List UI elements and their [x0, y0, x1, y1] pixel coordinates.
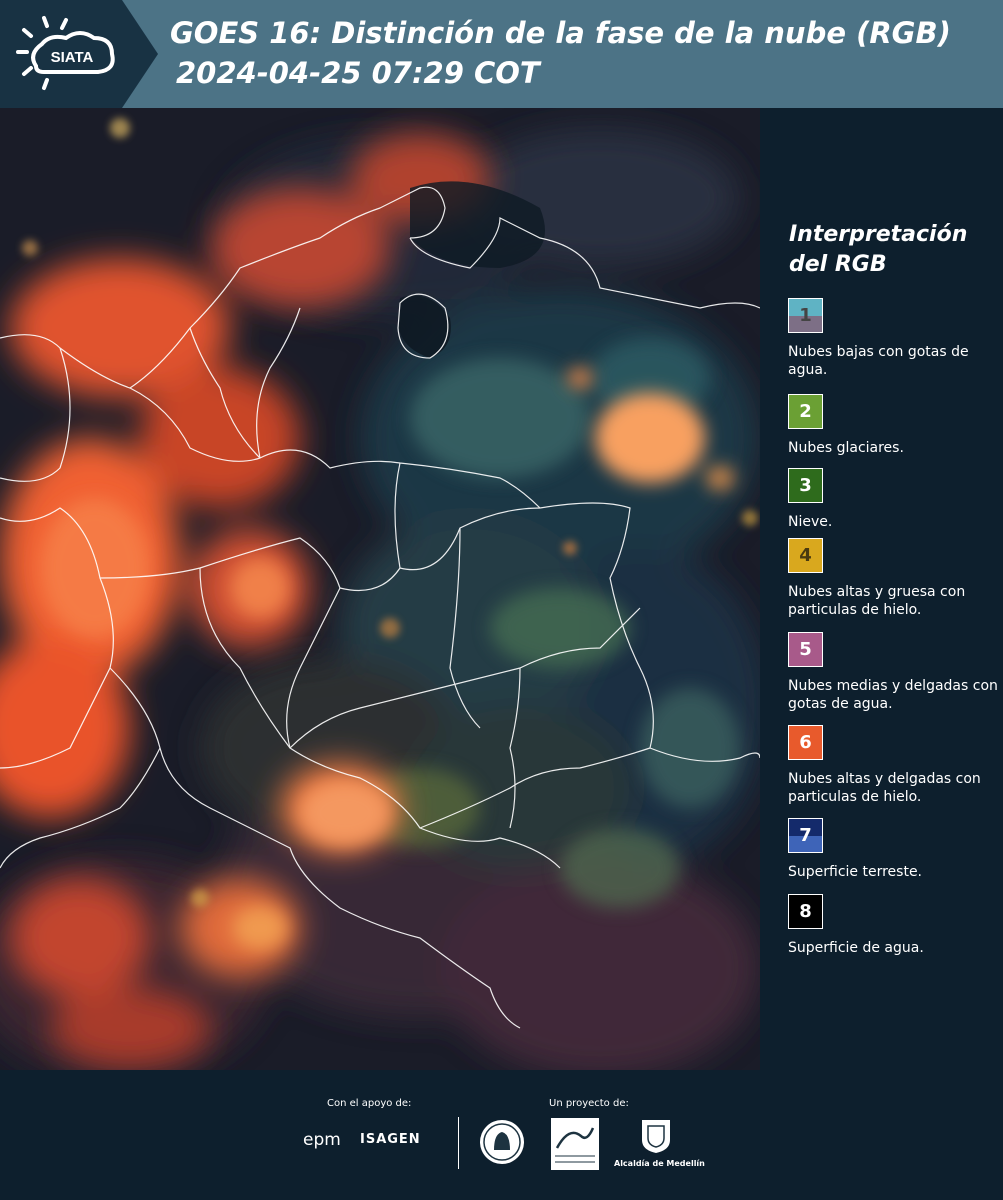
area-metropolitana-logo: [551, 1118, 599, 1170]
legend-swatch-6: 6: [788, 725, 823, 760]
siata-logo: SIATA: [16, 16, 115, 90]
legend-label-5: Nubes medias y delgadas con gotas de agu…: [788, 678, 998, 712]
legend-title: Interpretación del RGB: [789, 222, 968, 277]
legend-item-6: 6 Nubes altas y delgadas con particulas …: [788, 725, 1003, 806]
legend-item-8: 8 Superficie de agua.: [788, 894, 1003, 957]
legend-number-2: 2: [799, 401, 812, 422]
alcaldia-shield-icon: [642, 1120, 670, 1153]
alcaldia-label: Alcaldía de Medellín: [614, 1159, 705, 1168]
support-label: Con el apoyo de:: [327, 1098, 412, 1109]
epm-logo: epm: [303, 1130, 341, 1150]
legend-label-2: Nubes glaciares.: [788, 440, 904, 456]
satellite-map-svg: [0, 108, 760, 1070]
timestamp: 2024-04-25 07:29 COT: [176, 56, 540, 90]
isagen-logo: ISAGEN: [360, 1132, 421, 1147]
footer: Con el apoyo de: Un proyecto de: epm ISA…: [0, 1070, 1003, 1200]
logo-text: SIATA: [51, 49, 94, 66]
legend-label-1: Nubes bajas con gotas de agua.: [788, 344, 969, 378]
header: SIATA GOES 16: Distinción de la fase de …: [0, 0, 1003, 108]
legend-item-2: 2 Nubes glaciares.: [788, 394, 1003, 457]
legend-swatch-5: 5: [788, 632, 823, 667]
project-label: Un proyecto de:: [549, 1098, 629, 1109]
legend-label-4: Nubes altas y gruesa con particulas de h…: [788, 584, 966, 618]
footer-divider: [458, 1117, 459, 1169]
legend-number-3: 3: [799, 475, 812, 496]
legend-number-6: 6: [799, 732, 812, 753]
logo-block: SIATA: [0, 0, 158, 108]
legend-item-7: 7 Superficie terreste.: [788, 818, 1003, 881]
legend-item-1: 1 Nubes bajas con gotas de agua.: [788, 298, 1003, 379]
legend-panel: Interpretación del RGB 1 Nubes bajas con…: [776, 108, 1003, 1070]
legend-number-7: 7: [799, 825, 812, 846]
legend-swatch-4: 4: [788, 538, 823, 573]
legend-item-3: 3 Nieve.: [788, 468, 1003, 531]
legend-swatch-7: 7: [788, 818, 823, 853]
legend-number-5: 5: [799, 639, 812, 660]
legend-label-7: Superficie terreste.: [788, 864, 923, 880]
legend-number-4: 4: [799, 545, 812, 566]
legend-swatch-8: 8: [788, 894, 823, 929]
legend-swatch-3: 3: [788, 468, 823, 503]
legend-item-5: 5 Nubes medias y delgadas con gotas de a…: [788, 632, 1003, 713]
legend-label-8: Superficie de agua.: [788, 940, 924, 956]
legend-label-3: Nieve.: [788, 514, 833, 530]
legend-label-6: Nubes altas y delgadas con particulas de…: [788, 771, 981, 805]
satellite-image: [0, 108, 760, 1070]
seal-icon: [480, 1120, 524, 1164]
legend-number-1: 1: [799, 305, 812, 326]
legend-number-8: 8: [799, 901, 812, 922]
legend-swatch-2: 2: [788, 394, 823, 429]
page-title: GOES 16: Distinción de la fase de la nub…: [170, 16, 951, 50]
legend-swatch-1: 1: [788, 298, 823, 333]
legend-item-4: 4 Nubes altas y gruesa con particulas de…: [788, 538, 1003, 619]
